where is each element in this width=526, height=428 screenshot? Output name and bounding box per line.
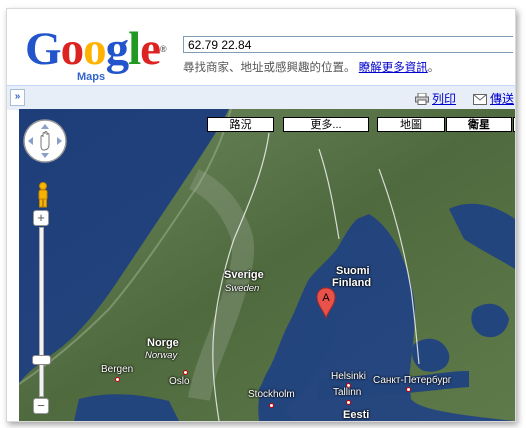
google-maps-logo[interactable]: Google® Maps (25, 19, 175, 85)
label-finland: Finland (332, 277, 372, 289)
more-button[interactable]: 更多... (283, 117, 369, 132)
zoom-in-button[interactable]: + (33, 210, 49, 226)
label-eesti-partial: Eesti (343, 409, 370, 421)
collapse-panel-button[interactable]: » (10, 89, 25, 106)
label-sverige: Sverige (224, 269, 264, 281)
zoom-slider-handle[interactable] (32, 355, 51, 365)
maps-window: Google® Maps 尋找商家、地址或感興趣的位置。 瞭解更多資訊。 » 列… (6, 8, 516, 422)
city-marker-bergen (115, 377, 120, 382)
map-toolbar: » 列印 傳送 (7, 85, 515, 110)
label-stockholm: Stockholm (248, 389, 295, 400)
logo-letter: o (83, 23, 106, 75)
hybrid-button-partial[interactable] (513, 117, 515, 132)
logo-subtitle: Maps (77, 71, 106, 83)
label-helsinki: Helsinki (331, 371, 367, 382)
search-hint: 尋找商家、地址或感興趣的位置。 瞭解更多資訊。 (183, 62, 440, 74)
envelope-icon (473, 94, 487, 105)
city-marker-tallinn (346, 400, 351, 405)
satellite-type-button[interactable]: 衛星 (446, 117, 512, 132)
label-suomi: Suomi (336, 265, 370, 277)
location-marker-a[interactable]: A (316, 287, 336, 319)
printer-icon (415, 92, 429, 105)
pan-control-icon[interactable] (22, 118, 68, 164)
label-oslo: Oslo (169, 376, 190, 387)
city-marker-st-petersburg (406, 387, 411, 392)
label-norway: Norway (145, 350, 178, 361)
label-st-petersburg: Санкт-Петербург (373, 375, 452, 386)
traffic-button[interactable]: 路況 (207, 117, 274, 132)
hint-text: 尋找商家、地址或感興趣的位置。 (183, 62, 356, 74)
logo-letter: G (25, 23, 62, 75)
learn-more-link[interactable]: 瞭解更多資訊 (359, 62, 428, 74)
logo-trademark: ® (160, 44, 167, 54)
search-input[interactable] (183, 36, 513, 53)
logo-letter: e (140, 23, 161, 75)
zoom-slider-track[interactable] (39, 227, 44, 397)
print-link[interactable]: 列印 (415, 90, 456, 107)
marker-letter: A (322, 292, 330, 304)
print-label: 列印 (432, 92, 457, 106)
city-marker-oslo (183, 370, 188, 375)
city-marker-stockholm (269, 403, 274, 408)
logo-letter: g (105, 23, 129, 75)
label-bergen: Bergen (101, 364, 134, 375)
label-tallinn: Tallinn (333, 387, 362, 398)
map-type-button[interactable]: 地圖 (377, 117, 445, 132)
label-norge: Norge (147, 337, 179, 349)
logo-wordmark: Google® (25, 19, 167, 79)
send-label: 傳送 (490, 92, 515, 106)
label-sweden: Sweden (225, 283, 260, 294)
logo-letter: o (60, 23, 84, 75)
logo-letter: l (128, 23, 141, 75)
zoom-out-button[interactable]: − (33, 398, 49, 414)
send-link[interactable]: 傳送 (473, 90, 514, 107)
map-canvas[interactable]: 路況 更多... 地圖 衛星 + − Sverige Sweden Suomi … (19, 109, 515, 421)
pegman-icon[interactable] (35, 182, 51, 208)
